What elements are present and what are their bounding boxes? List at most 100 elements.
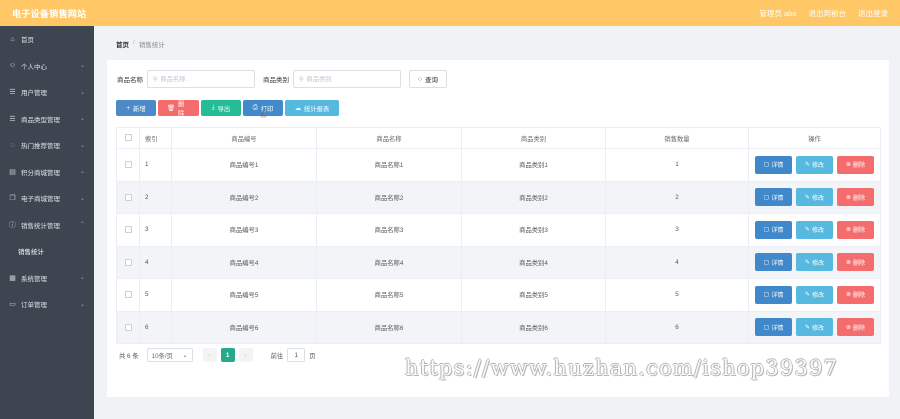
page-number-current[interactable]: 1 — [220, 348, 235, 362]
name-cell: 商品名称2 — [316, 180, 462, 214]
delete-button[interactable]: ⊗ 删除 — [837, 155, 874, 174]
product-type-search-box[interactable]: ⚲ — [293, 70, 401, 88]
sidebar-item-label: 热门推荐管理 — [21, 143, 60, 151]
export-button-label: 导出 — [217, 105, 231, 113]
exit-to-frontend-link[interactable]: 退出到前台 — [809, 8, 847, 19]
sidebar-item-electronic-mall-management[interactable]: ❐ 电子商城管理 ⌄ — [0, 185, 94, 212]
detail-button-label: 详情 — [771, 228, 784, 235]
export-button[interactable]: ⤓ 导出 — [201, 100, 241, 116]
batch-delete-button[interactable]: 🗑 删除 — [158, 100, 199, 117]
detail-button[interactable]: ▢ 详情 — [755, 220, 792, 239]
detail-button-label: 详情 — [771, 293, 784, 300]
store-icon: ▤ — [9, 168, 16, 176]
trash-icon: ⊗ — [845, 194, 851, 201]
table-row: 3 商品编号3 商品名称3 商品类别3 3 ▢ 详情 ✎ 修改 ⊗ 删除 — [116, 213, 881, 247]
trash-icon: ⊗ — [845, 259, 851, 266]
sidebar-item-product-type-management[interactable]: ☰ 商品类型管理 ⌄ — [0, 106, 94, 133]
sidebar-item-system-management[interactable]: ▦ 系统管理 ⌄ — [0, 265, 94, 292]
info-icon: ⓘ — [9, 221, 16, 229]
row-checkbox[interactable] — [124, 291, 132, 299]
row-checkbox[interactable] — [124, 258, 132, 266]
query-button[interactable]: ○ 查询 — [409, 70, 447, 88]
trash-icon: ⊗ — [845, 324, 851, 331]
sidebar-item-points-mall-management[interactable]: ▤ 积分商城管理 ⌄ — [0, 159, 94, 186]
sidebar-item-sales-stats-management[interactable]: ⓘ 销售统计管理 ⌃ — [0, 212, 94, 239]
row-select-cell[interactable] — [116, 148, 140, 182]
row-actions: ▢ 详情 ✎ 修改 ⊗ 删除 — [749, 220, 880, 239]
page-size-value: 10条/页 — [151, 352, 173, 360]
product-name-search-box[interactable]: ⚲ — [147, 70, 255, 88]
delete-button-label: 删除 — [853, 163, 866, 170]
delete-button[interactable]: ⊗ 删除 — [837, 188, 874, 207]
sidebar-item-label: 系统管理 — [21, 275, 47, 283]
column-header-index: 索引 — [139, 127, 172, 149]
type-cell: 商品类别6 — [461, 310, 606, 344]
row-select-cell[interactable] — [116, 180, 140, 214]
copy-icon: ❐ — [9, 195, 16, 203]
row-select-cell[interactable] — [116, 213, 140, 247]
breadcrumb-home[interactable]: 首页 — [116, 39, 129, 49]
row-checkbox[interactable] — [124, 323, 132, 331]
index-cell: 4 — [139, 245, 172, 279]
sidebar-item-label: 销售统计 — [18, 249, 44, 257]
delete-button[interactable]: ⊗ 删除 — [837, 253, 874, 272]
product-name-input[interactable] — [160, 75, 249, 83]
breadcrumb-separator: / — [133, 39, 135, 46]
search-icon: ⚲ — [153, 76, 158, 83]
current-user-label: 管理员 abo — [759, 8, 797, 18]
edit-button[interactable]: ✎ 修改 — [796, 188, 833, 207]
sidebar-item-order-management[interactable]: ▭ 订单管理 ⌄ — [0, 291, 94, 318]
sidebar: ⌂ 首页 ☺ 个人中心 ⌄ ☰ 用户管理 ⌄ ☰ 商品类型管理 ⌄ ◌ 热门推荐… — [0, 26, 94, 419]
search-icon: ○ — [418, 75, 422, 83]
detail-button[interactable]: ▢ 详情 — [755, 188, 792, 207]
detail-button[interactable]: ▢ 详情 — [755, 253, 792, 272]
row-select-cell[interactable] — [116, 278, 140, 312]
logout-link[interactable]: 退出登录 — [858, 8, 888, 19]
detail-button[interactable]: ▢ 详情 — [755, 285, 792, 304]
row-select-cell[interactable] — [116, 310, 140, 344]
stats-report-button[interactable]: ☁ 统计报表 — [285, 100, 339, 116]
page-size-select[interactable]: 10条/页 ⌄ — [146, 348, 193, 362]
delete-button[interactable]: ⊗ 删除 — [837, 285, 874, 304]
detail-button[interactable]: ▢ 详情 — [755, 155, 792, 174]
edit-button[interactable]: ✎ 修改 — [796, 155, 833, 174]
product-type-label: 商品类别 — [263, 77, 289, 84]
next-page-button[interactable]: › — [238, 348, 253, 362]
table-row: 5 商品编号5 商品名称5 商品类别5 5 ▢ 详情 ✎ 修改 ⊗ 删除 — [116, 278, 881, 312]
sidebar-item-home[interactable]: ⌂ 首页 — [0, 26, 94, 53]
detail-button[interactable]: ▢ 详情 — [755, 318, 792, 337]
sidebar-item-user-management[interactable]: ☰ 用户管理 ⌄ — [0, 79, 94, 106]
edit-button[interactable]: ✎ 修改 — [796, 318, 833, 337]
row-checkbox[interactable] — [124, 193, 132, 201]
goto-suffix: 页 — [309, 352, 316, 360]
goto-page-input[interactable]: 1 — [287, 348, 306, 362]
delete-button[interactable]: ⊗ 删除 — [837, 318, 874, 337]
sidebar-item-hot-recommend-management[interactable]: ◌ 热门推荐管理 ⌄ — [0, 132, 94, 159]
sidebar-subitem-sales-stats[interactable]: 销售统计 — [0, 238, 94, 265]
detail-button-label: 详情 — [771, 195, 784, 202]
select-all-checkbox[interactable] — [124, 134, 132, 142]
prev-page-button[interactable]: ‹ — [202, 348, 217, 362]
list-icon: ☰ — [9, 89, 16, 97]
chevron-down-icon: ⌄ — [182, 351, 188, 359]
row-checkbox[interactable] — [124, 161, 132, 169]
delete-button[interactable]: ⊗ 删除 — [837, 220, 874, 239]
edit-button[interactable]: ✎ 修改 — [796, 220, 833, 239]
add-button[interactable]: + 新增 — [116, 100, 156, 116]
row-select-cell[interactable] — [116, 245, 140, 279]
sidebar-item-personal-center[interactable]: ☺ 个人中心 ⌄ — [0, 53, 94, 80]
column-header-code: 商品编号 — [171, 127, 317, 149]
row-actions: ▢ 详情 ✎ 修改 ⊗ 删除 — [749, 318, 880, 337]
detail-icon: ▢ — [763, 324, 770, 331]
query-button-label: 查询 — [424, 77, 438, 84]
code-cell: 商品编号5 — [171, 278, 317, 312]
edit-icon: ✎ — [804, 194, 810, 201]
edit-button[interactable]: ✎ 修改 — [796, 285, 833, 304]
product-type-input[interactable] — [306, 75, 395, 83]
action-toolbar: + 新增 🗑 删除 ⤓ 导出 ⎙ 打印 ☁ 统计报表 — [116, 100, 339, 117]
edit-button[interactable]: ✎ 修改 — [796, 253, 833, 272]
column-header-name: 商品名称 — [316, 127, 462, 149]
row-checkbox[interactable] — [124, 226, 132, 234]
edit-button-label: 修改 — [812, 293, 825, 300]
select-all-header[interactable] — [116, 127, 140, 149]
